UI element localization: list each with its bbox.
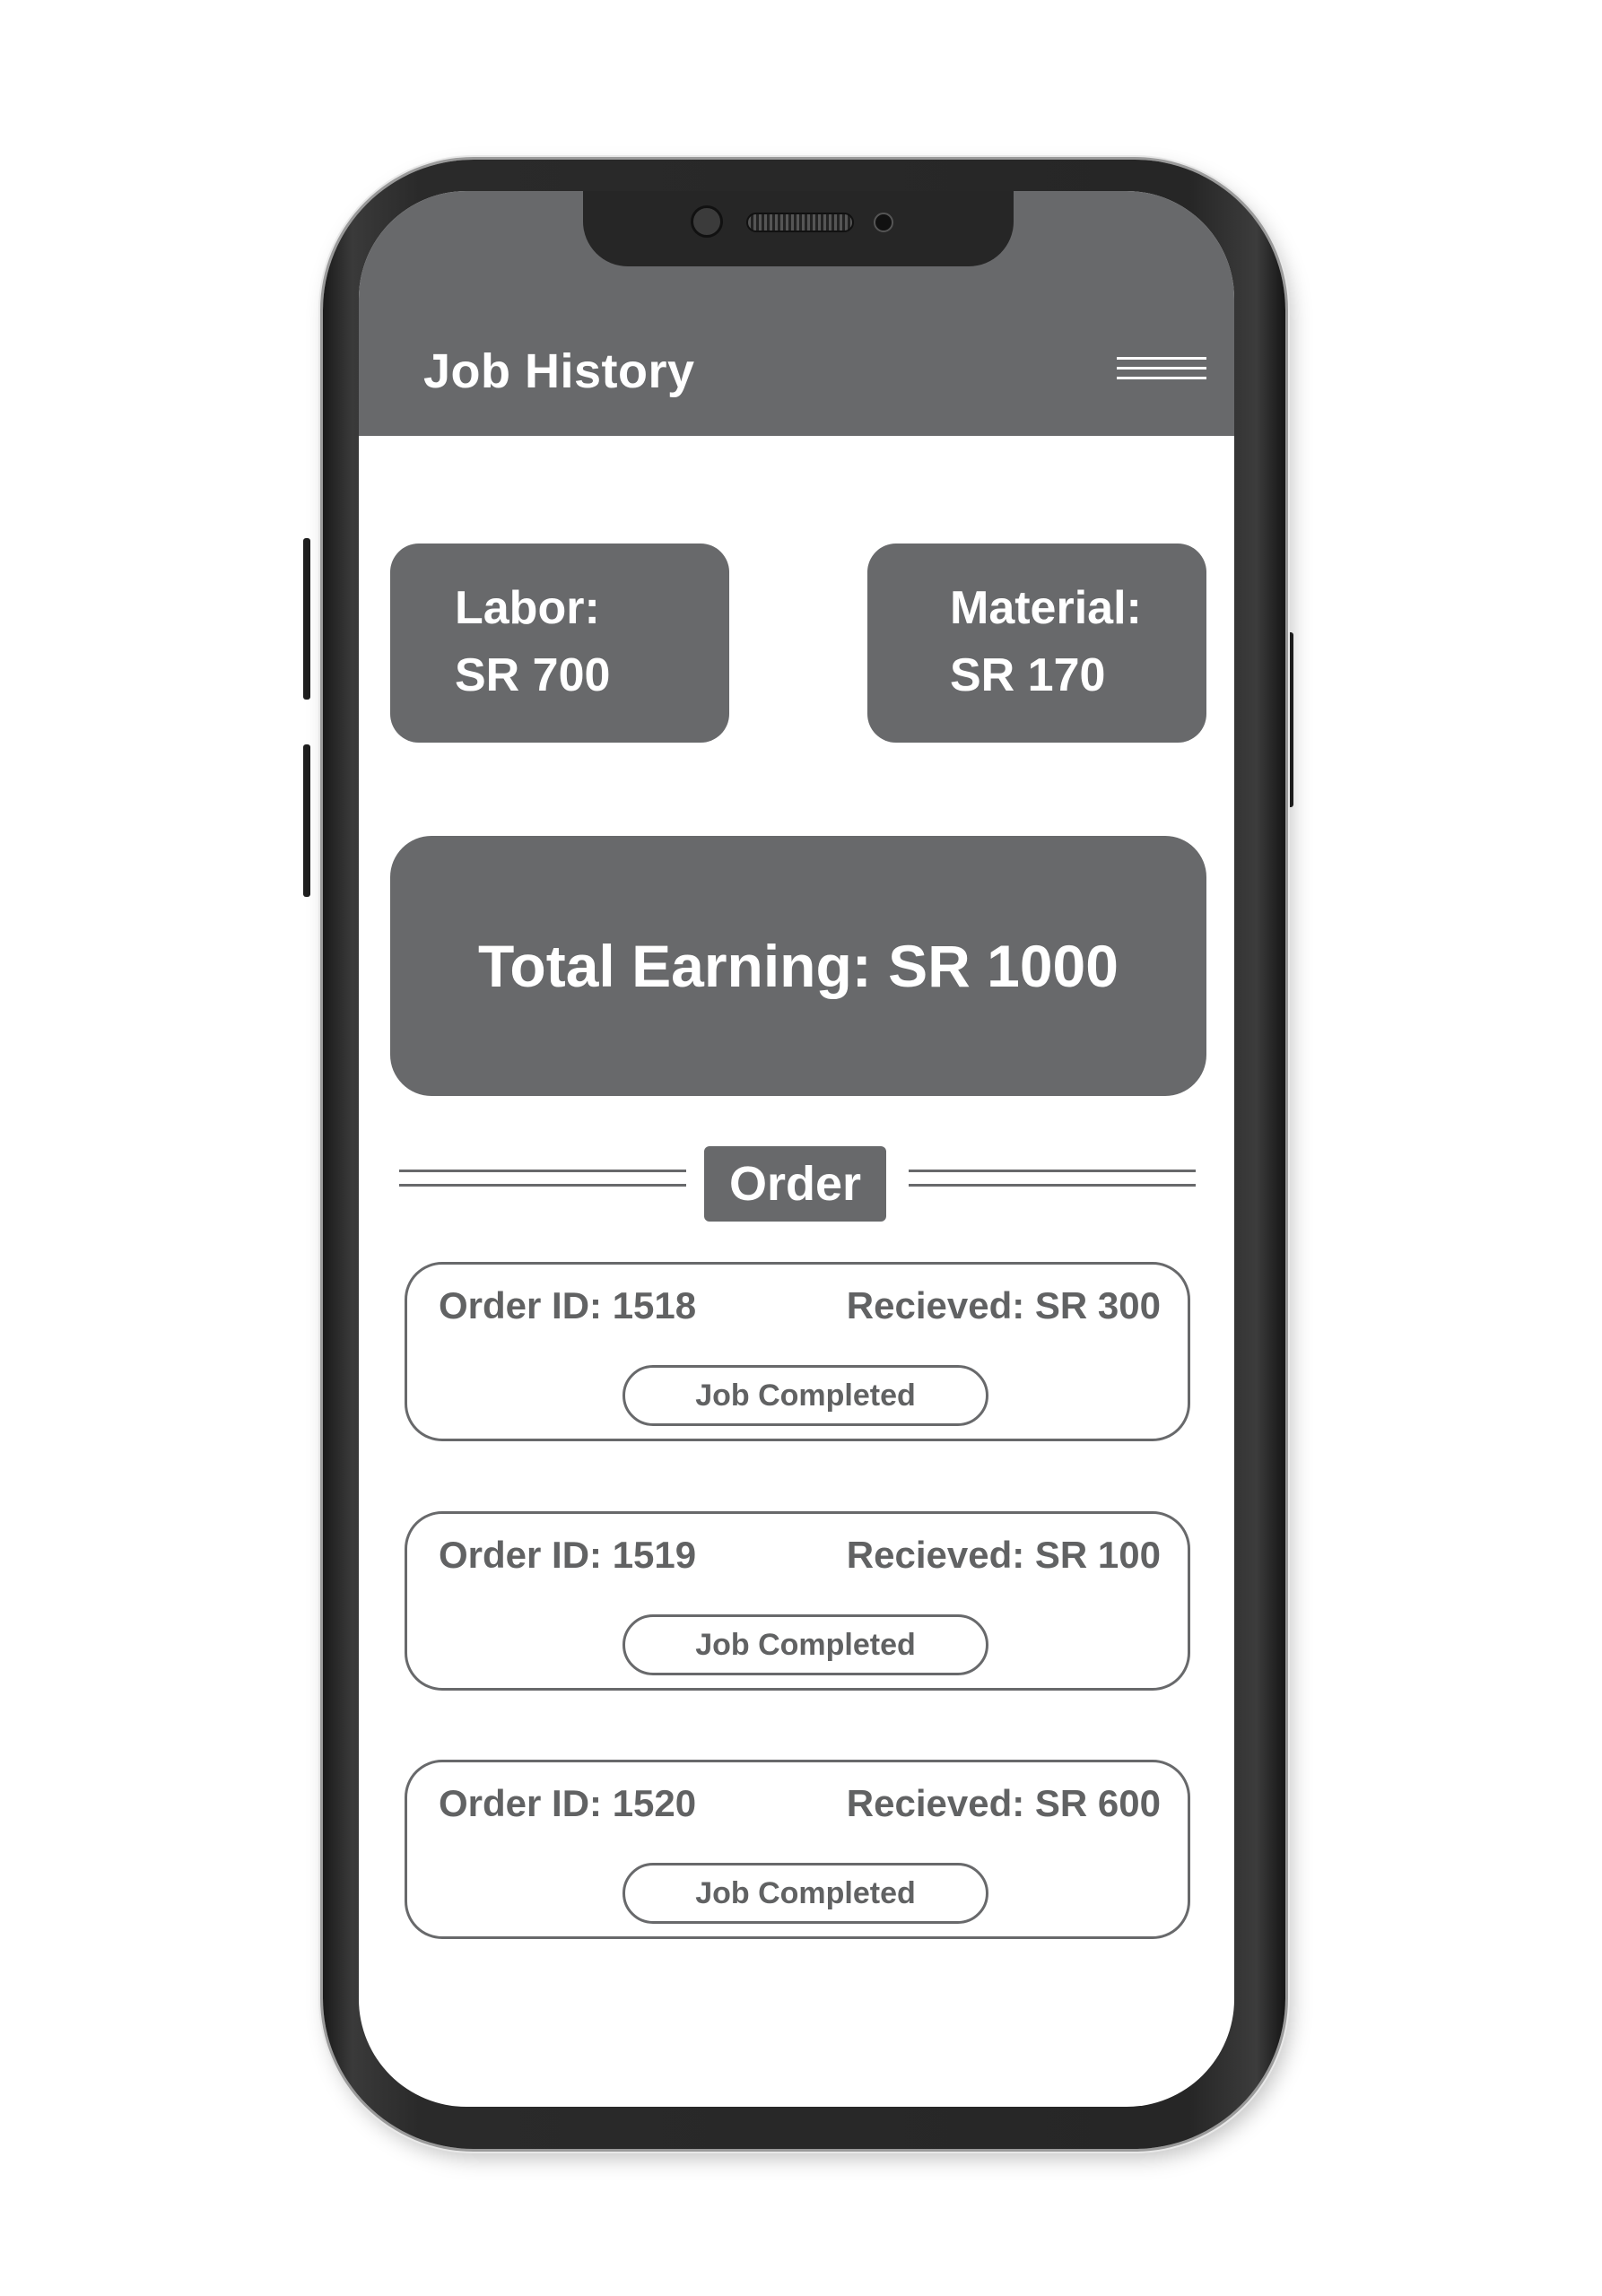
job-status-badge[interactable]: Job Completed: [623, 1614, 988, 1675]
labor-summary-card: Labor: SR 700: [390, 544, 729, 743]
labor-value: SR 700: [455, 649, 611, 701]
volume-up-button: [303, 538, 310, 700]
order-card[interactable]: Order ID: 1520 Recieved: SR 600 Job Comp…: [405, 1760, 1190, 1939]
power-button: [1284, 632, 1293, 807]
material-label: Material:: [950, 582, 1142, 634]
phone-screen: Job History Labor: SR 700 Material: SR 1…: [359, 191, 1234, 2107]
order-received-amount: Recieved: SR 100: [846, 1534, 1161, 1576]
volume-down-button: [303, 744, 310, 897]
order-received-amount: Recieved: SR 300: [846, 1284, 1161, 1326]
earpiece-speaker-icon: [746, 213, 854, 232]
labor-label: Labor:: [455, 582, 600, 634]
notch: [583, 191, 1014, 266]
order-id: Order ID: 1518: [439, 1284, 697, 1326]
order-id: Order ID: 1519: [439, 1534, 697, 1576]
material-value: SR 170: [950, 649, 1106, 701]
order-section-label: Order: [704, 1146, 886, 1222]
front-camera-icon: [691, 205, 723, 238]
job-status-label: Job Completed: [695, 1378, 916, 1413]
order-received-amount: Recieved: SR 600: [846, 1782, 1161, 1824]
job-status-label: Job Completed: [695, 1875, 916, 1910]
job-status-badge[interactable]: Job Completed: [623, 1863, 988, 1924]
total-earning-text: Total Earning: SR 1000: [478, 933, 1119, 999]
material-summary-card: Material: SR 170: [867, 544, 1206, 743]
order-card[interactable]: Order ID: 1519 Recieved: SR 100 Job Comp…: [405, 1511, 1190, 1691]
order-divider-right: [909, 1170, 1196, 1193]
order-section-title: Order: [728, 1157, 862, 1211]
proximity-sensor-icon: [874, 213, 893, 232]
stage: Job History Labor: SR 700 Material: SR 1…: [0, 0, 1602, 2296]
total-earning-card: Total Earning: SR 1000: [390, 836, 1206, 1096]
job-status-badge[interactable]: Job Completed: [623, 1365, 988, 1426]
job-status-label: Job Completed: [695, 1627, 916, 1662]
page-title: Job History: [423, 344, 695, 398]
hamburger-menu-icon[interactable]: [1117, 355, 1206, 387]
order-card[interactable]: Order ID: 1518 Recieved: SR 300 Job Comp…: [405, 1262, 1190, 1441]
order-divider-left: [399, 1170, 686, 1193]
order-id: Order ID: 1520: [439, 1782, 697, 1824]
